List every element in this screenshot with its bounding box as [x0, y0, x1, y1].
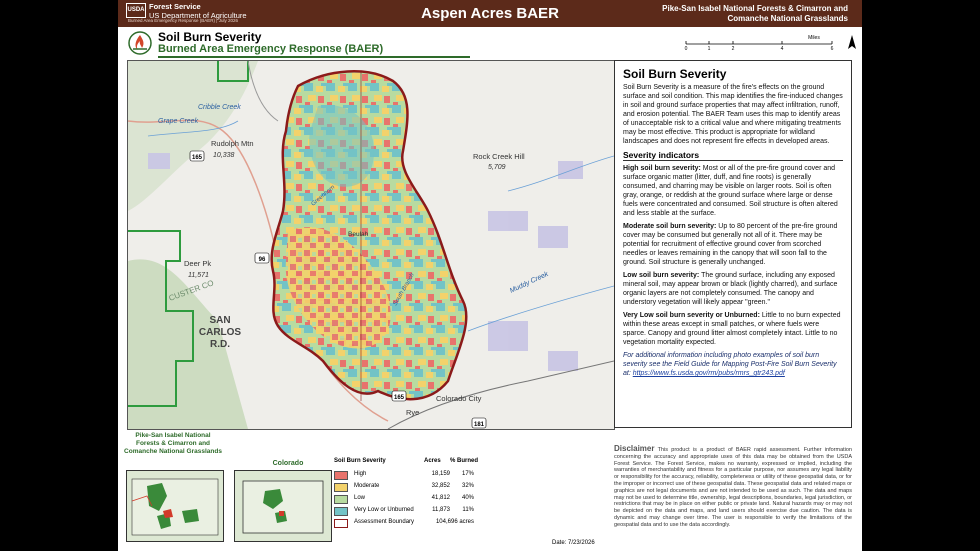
indicator-high-text: Most or all of the pre-fire ground cover…	[623, 165, 838, 217]
header-divider	[158, 56, 470, 58]
indicator-high: High soil burn severity: Most or all of …	[623, 164, 843, 218]
indicator-moderate-label: Moderate soil burn severity:	[623, 223, 717, 230]
legend-header-severity: Soil Burn Severity	[334, 458, 386, 464]
info-note: For additional information including pho…	[623, 351, 843, 378]
scale-tick-3: 4	[781, 46, 784, 50]
forest-line1: Pike-San Isabel National Forests & Cimar…	[662, 4, 848, 13]
hwy-96-label: 96	[259, 257, 266, 263]
north-arrow-icon	[848, 35, 856, 49]
locator-colorado-title: Colorado	[272, 460, 304, 467]
legend-row-high: High 18,159 17%	[334, 470, 499, 480]
legend-row-very-low: Very Low or Unburned 11,873 11%	[334, 506, 499, 516]
legend-header-acres: Acres	[424, 458, 441, 464]
indicator-moderate: Moderate soil burn severity: Up to 80 pe…	[623, 222, 843, 267]
hwy-165-label: 165	[192, 155, 203, 161]
legend-label-low: Low	[354, 495, 366, 501]
scale-bar: Miles 0 1 2 4 6	[685, 35, 834, 50]
indicators-title: Severity indicators	[623, 150, 843, 161]
legend-row-moderate: Moderate 32,852 32%	[334, 482, 499, 492]
legend-swatch-boundary	[334, 519, 348, 528]
legend-swatch-high	[334, 471, 348, 480]
label-rock-creek-elev: 5,709	[488, 164, 506, 171]
field-guide-link[interactable]: https://www.fs.usda.gov/rm/pubs/rmrs_gtr…	[633, 370, 785, 377]
label-rock-creek-hill: Rock Creek Hill	[473, 152, 525, 161]
legend-pct-moderate: 32%	[461, 483, 474, 489]
hwy-181-label: 181	[474, 422, 485, 428]
label-rye: Rye	[406, 408, 419, 417]
indicator-high-label: High soil burn severity:	[623, 165, 701, 172]
label-deer-peak-elev: 11,571	[188, 272, 209, 279]
info-panel: Soil Burn Severity Soil Burn Severity is…	[614, 60, 852, 428]
legend-acres-high: 18,159	[431, 471, 450, 477]
legend-label-high: High	[354, 471, 367, 477]
label-colorado-city: Colorado City	[436, 394, 482, 403]
top-banner: USDA Forest Service US Department of Agr…	[118, 0, 862, 27]
hwy-165b-label: 165	[394, 395, 405, 401]
label-san: SAN	[209, 315, 230, 326]
label-deer-peak: Deer Pk	[184, 259, 211, 268]
scale-unit: Miles	[808, 35, 820, 41]
scale-tick-1: 1	[708, 46, 711, 50]
forest-name: Pike-San Isabel National Forests & Cimar…	[638, 4, 848, 24]
scale-tick-2: 2	[732, 46, 735, 50]
legend-row-low: Low 41,812 40%	[334, 494, 499, 504]
map-title: Soil Burn Severity	[158, 30, 262, 44]
label-beulah: Beulah	[348, 231, 369, 238]
indicator-low-label: Low soil burn severity:	[623, 272, 700, 279]
legend-label-boundary: Assessment Boundary	[354, 519, 415, 525]
legend-acres-moderate: 32,852	[431, 483, 450, 489]
baer-logo-icon	[128, 31, 152, 55]
indicator-low: Low soil burn severity: The ground surfa…	[623, 271, 843, 307]
label-cribble-creek: Cribble Creek	[198, 104, 241, 111]
disclaimer-text: This product is a product of BAER rapid …	[614, 447, 852, 528]
locator-map-colorado	[234, 470, 332, 542]
legend-swatch-very-low	[334, 507, 348, 516]
label-carlos: CARLOS	[199, 327, 242, 338]
scale-tick-4: 6	[831, 46, 834, 50]
legend-row-boundary: Assessment Boundary 104,696 acres	[334, 518, 499, 528]
map-date: Date: 7/23/2026	[552, 540, 595, 546]
scale-tick-0: 0	[685, 46, 688, 50]
main-map[interactable]: 165 96 165 181 Grape Creek Cribble Creek…	[127, 60, 615, 430]
legend-acres-low: 41,812	[431, 495, 450, 501]
label-rudolph-mtn: Rudolph Mtn	[211, 139, 254, 148]
legend-acres-very-low: 11,873	[432, 507, 450, 513]
baer-map-poster: USDA Forest Service US Department of Agr…	[118, 0, 862, 551]
legend-pct-high: 17%	[461, 471, 474, 477]
map-subtitle: Burned Area Emergency Response (BAER)	[158, 43, 384, 55]
legend-acres-boundary: 104,696 acres	[435, 519, 474, 525]
disclaimer-title: Disclaimer	[614, 444, 655, 453]
legend-pct-low: 40%	[461, 495, 474, 501]
legend-swatch-moderate	[334, 483, 348, 492]
legend-pct-very-low: 11%	[462, 507, 474, 513]
info-intro: Soil Burn Severity is a measure of the f…	[623, 84, 843, 145]
disclaimer: Disclaimer This product is a product of …	[614, 444, 852, 549]
locator-map-forest	[126, 470, 224, 542]
locator-forest-title: Pike-San Isabel National Forests & Cimar…	[124, 432, 222, 455]
label-rd: R.D.	[210, 339, 230, 350]
label-rudolph-elev: 10,338	[213, 152, 235, 159]
info-title: Soil Burn Severity	[623, 67, 727, 81]
indicator-vlow-label: Very Low soil burn severity or Unburned:	[623, 312, 760, 319]
indicator-very-low: Very Low soil burn severity or Unburned:…	[623, 311, 843, 347]
legend-label-moderate: Moderate	[354, 483, 380, 489]
forest-line2: Comanche National Grasslands	[727, 14, 848, 23]
map-canvas: 165 96 165 181 Grape Creek Cribble Creek…	[128, 61, 614, 429]
legend: Soil Burn Severity Acres % Burned High 1…	[330, 458, 495, 528]
label-grape-creek: Grape Creek	[158, 118, 199, 125]
legend-label-very-low: Very Low or Unburned	[354, 507, 414, 513]
legend-header-pct: % Burned	[450, 458, 479, 464]
legend-swatch-low	[334, 495, 348, 504]
